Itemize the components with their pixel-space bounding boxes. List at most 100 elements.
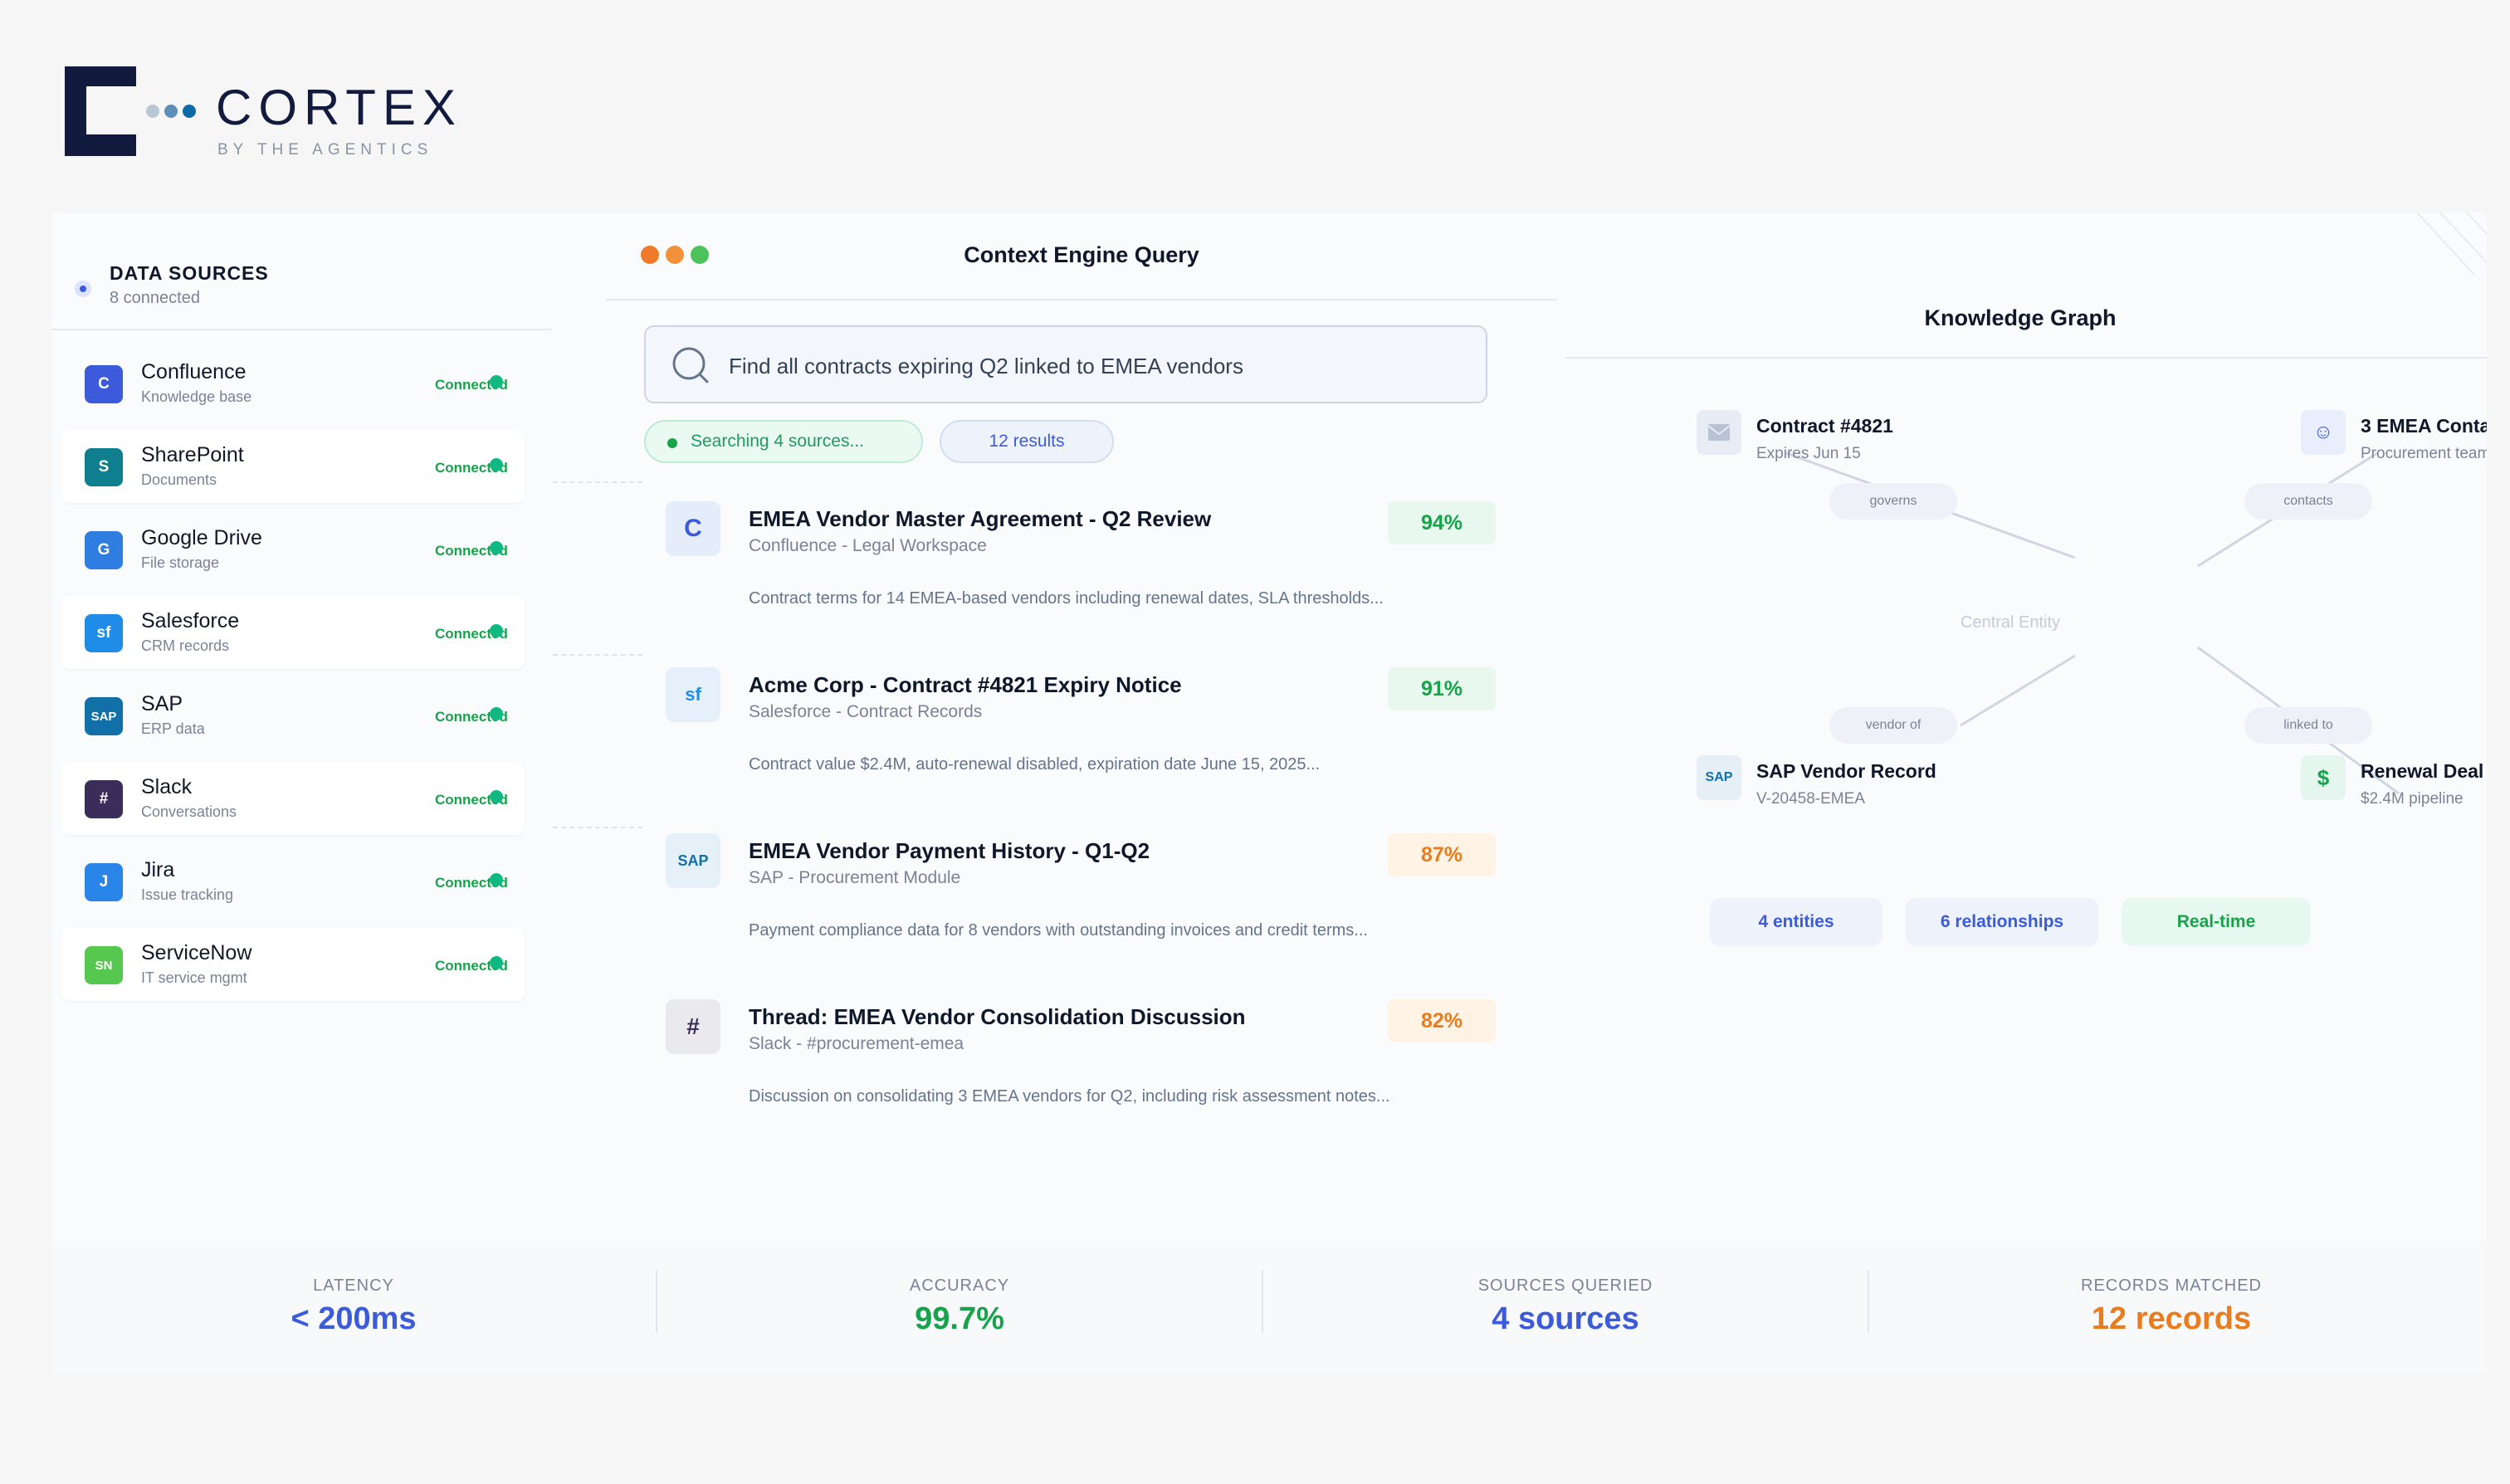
result-source: Salesforce - Contract Records xyxy=(749,702,983,721)
source-description: Issue tracking xyxy=(141,886,234,903)
source-name: Confluence xyxy=(141,360,247,383)
node-subtitle: $2.4M pipeline xyxy=(2361,790,2464,808)
source-description: ERP data xyxy=(141,720,205,737)
query-header: Context Engine Query xyxy=(606,212,1557,300)
result-item[interactable]: C EMEA Vendor Master Agreement - Q2 Revi… xyxy=(664,501,1496,642)
logo-mark-icon xyxy=(65,66,136,156)
relevance-score: 91% xyxy=(1388,667,1496,710)
servicenow-icon: SN xyxy=(85,946,123,984)
slack-icon: # xyxy=(85,780,123,818)
source-item-confluence[interactable]: C Confluence Knowledge base Connected xyxy=(61,347,525,420)
source-description: File storage xyxy=(141,554,220,571)
source-item-sharepoint[interactable]: S SharePoint Documents Connected xyxy=(61,430,525,503)
logo-dot xyxy=(183,105,196,118)
node-title[interactable]: 3 EMEA Contacts xyxy=(2361,415,2487,437)
source-item-salesforce[interactable]: sf Salesforce CRM records Connected xyxy=(61,596,525,669)
confluence-icon: C xyxy=(666,501,720,556)
sharepoint-icon: S xyxy=(85,448,123,486)
status-dot-icon xyxy=(490,790,503,803)
confluence-icon: C xyxy=(85,365,123,403)
result-title[interactable]: EMEA Vendor Payment History - Q1-Q2 xyxy=(749,838,1150,864)
result-title[interactable]: Acme Corp - Contract #4821 Expiry Notice xyxy=(749,672,1182,698)
metric-value: < 200ms xyxy=(291,1301,417,1336)
dollar-icon[interactable]: $ xyxy=(2301,755,2346,800)
contacts-icon[interactable]: ☺ xyxy=(2301,410,2346,455)
metric-label: ACCURACY xyxy=(909,1277,1010,1295)
query-panel: Context Engine Query Find all contracts … xyxy=(606,212,1557,1242)
source-item-servicenow[interactable]: SN ServiceNow IT service mgmt Connected xyxy=(61,928,525,1001)
metric-latency: LATENCY < 200ms xyxy=(51,1242,656,1374)
knowledge-graph-panel: Knowledge Graph governs contacts vendor … xyxy=(1554,212,2487,1242)
source-description: IT service mgmt xyxy=(141,969,247,986)
search-icon xyxy=(672,347,709,383)
source-list: C Confluence Knowledge base Connected S … xyxy=(61,347,526,1011)
sidebar-subtitle: 8 connected xyxy=(110,289,200,307)
status-dot-icon xyxy=(490,375,503,388)
search-input[interactable]: Find all contracts expiring Q2 linked to… xyxy=(644,325,1487,403)
result-title[interactable]: EMEA Vendor Master Agreement - Q2 Review xyxy=(749,506,1211,532)
brand-name: CORTEX xyxy=(216,80,462,135)
slack-icon: # xyxy=(666,999,720,1054)
edge-label: governs xyxy=(1829,483,1957,520)
source-description: Knowledge base xyxy=(141,388,252,405)
results-count-chip[interactable]: 12 results xyxy=(940,420,1114,463)
graph-header xyxy=(1565,212,2487,359)
metric-records: RECORDS MATCHED 12 records xyxy=(1869,1242,2473,1374)
source-name: Slack xyxy=(141,775,193,798)
metrics-bar: LATENCY < 200ms ACCURACY 99.7% SOURCES Q… xyxy=(51,1242,2487,1374)
logo-dot xyxy=(146,105,159,118)
result-item[interactable]: # Thread: EMEA Vendor Consolidation Disc… xyxy=(664,999,1496,1140)
source-item-slack[interactable]: # Slack Conversations Connected xyxy=(61,762,525,835)
result-snippet: Contract terms for 14 EMEA-based vendors… xyxy=(749,589,1384,608)
source-name: SAP xyxy=(141,692,183,715)
status-dot-icon xyxy=(490,707,503,720)
result-title[interactable]: Thread: EMEA Vendor Consolidation Discus… xyxy=(749,1004,1246,1030)
status-dot-icon xyxy=(490,541,503,554)
source-item-sap[interactable]: SAP SAP ERP data Connected xyxy=(61,679,525,752)
status-dot-icon xyxy=(490,624,503,637)
source-item-jira[interactable]: J Jira Issue tracking Connected xyxy=(61,845,525,918)
result-snippet: Discussion on consolidating 3 EMEA vendo… xyxy=(749,1087,1390,1106)
node-subtitle: Procurement team xyxy=(2361,445,2487,462)
result-item[interactable]: sf Acme Corp - Contract #4821 Expiry Not… xyxy=(664,667,1496,808)
central-entity: Central Entity xyxy=(1961,613,2061,632)
source-name: Salesforce xyxy=(141,609,240,632)
metric-label: LATENCY xyxy=(313,1277,394,1295)
search-query-text[interactable]: Find all contracts expiring Q2 linked to… xyxy=(729,354,1243,379)
status-dot-icon xyxy=(490,458,503,471)
metric-value: 4 sources xyxy=(1492,1301,1639,1336)
salesforce-icon: sf xyxy=(85,614,123,652)
result-source: Slack - #procurement-emea xyxy=(749,1034,964,1053)
relevance-score: 87% xyxy=(1388,833,1496,876)
brand-tagline: BY THE AGENTICS xyxy=(217,141,433,159)
brand-logo: CORTEX BY THE AGENTICS xyxy=(65,66,496,159)
sap-icon: SAP xyxy=(85,697,123,735)
query-title: Context Engine Query xyxy=(964,242,1199,267)
sap-icon: SAP xyxy=(666,833,720,888)
data-sources-sidebar: DATA SOURCES 8 connected C Confluence Kn… xyxy=(51,212,551,1242)
relationships-stat: 6 relationships xyxy=(1906,898,2098,946)
salesforce-icon: sf xyxy=(666,667,720,722)
source-name: Google Drive xyxy=(141,526,262,549)
node-title[interactable]: SAP Vendor Record xyxy=(1756,760,1936,783)
edge-label: linked to xyxy=(2244,707,2372,744)
searching-status-chip: Searching 4 sources... xyxy=(644,420,923,463)
source-name: Jira xyxy=(141,858,175,881)
source-name: SharePoint xyxy=(141,443,244,466)
jira-icon: J xyxy=(85,863,123,901)
result-item[interactable]: SAP EMEA Vendor Payment History - Q1-Q2 … xyxy=(664,833,1496,974)
sap-icon[interactable]: SAP xyxy=(1697,755,1741,800)
contract-icon[interactable] xyxy=(1697,410,1741,455)
edge-label: vendor of xyxy=(1829,707,1957,744)
node-title[interactable]: Renewal Deal xyxy=(2361,760,2483,783)
result-source: SAP - Procurement Module xyxy=(749,868,961,887)
metric-label: SOURCES QUERIED xyxy=(1477,1277,1653,1295)
relevance-score: 82% xyxy=(1388,999,1496,1042)
node-title[interactable]: Contract #4821 xyxy=(1756,415,1893,437)
status-dot-icon xyxy=(490,956,503,969)
source-item-google-drive[interactable]: G Google Drive File storage Connected xyxy=(61,513,525,586)
metric-value: 99.7% xyxy=(915,1301,1004,1336)
source-description: Documents xyxy=(141,471,217,488)
sidebar-title: DATA SOURCES xyxy=(110,262,269,284)
metric-sources: SOURCES QUERIED 4 sources xyxy=(1263,1242,1868,1374)
